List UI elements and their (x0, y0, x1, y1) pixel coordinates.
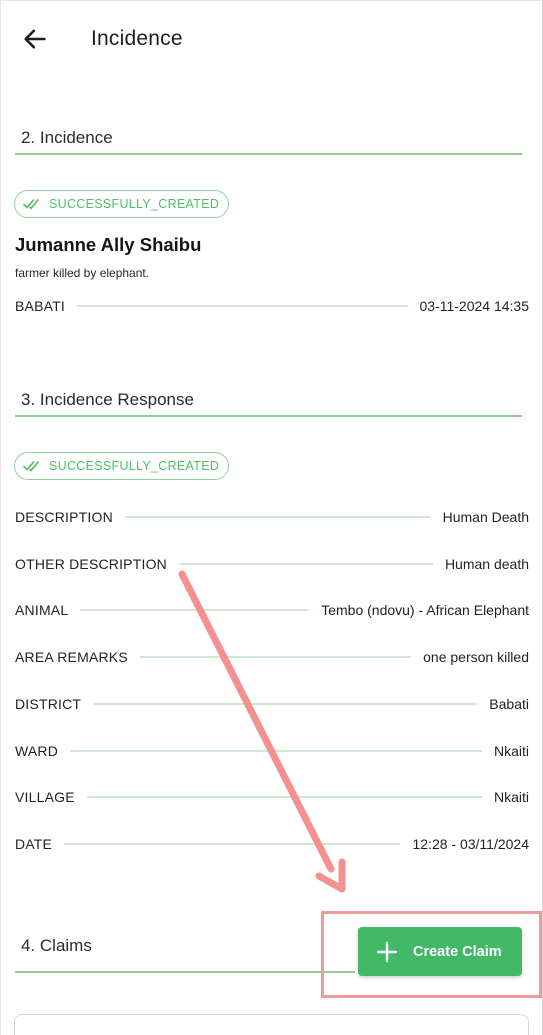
section-divider (15, 415, 522, 417)
incidence-location-row: BABATI 03-11-2024 14:35 (15, 295, 529, 317)
detail-label: DISTRICT (15, 696, 82, 712)
claims-list-card (14, 1014, 529, 1035)
detail-value: Tembo (ndovu) - African Elephant (321, 602, 529, 618)
detail-row: OTHER DESCRIPTION Human death (15, 553, 529, 575)
detail-row: WARD Nkaiti (15, 740, 529, 762)
section-divider (15, 153, 522, 155)
response-section-title: 3. Incidence Response (21, 390, 194, 409)
detail-row: ANIMAL Tembo (ndovu) - African Elephant (15, 599, 529, 621)
arrow-left-icon (24, 29, 46, 49)
detail-label: OTHER DESCRIPTION (15, 556, 167, 572)
detail-value: Nkaiti (493, 743, 529, 759)
incidence-section-title: 2. Incidence (21, 128, 113, 147)
row-divider (64, 843, 401, 845)
row-divider (80, 609, 310, 611)
row-divider (70, 750, 482, 752)
detail-row: DATE 12:28 - 03/11/2024 (15, 833, 529, 855)
location-label: BABATI (15, 298, 65, 314)
section-divider (15, 971, 355, 973)
detail-label: DATE (15, 836, 53, 852)
back-button[interactable] (21, 25, 51, 53)
detail-label: DESCRIPTION (15, 509, 113, 525)
row-divider (139, 656, 412, 658)
row-divider (86, 796, 482, 798)
detail-row: DESCRIPTION Human Death (15, 506, 529, 528)
annotation-highlight-box (321, 911, 542, 998)
detail-label: VILLAGE (15, 789, 75, 805)
detail-value: Babati (489, 696, 529, 712)
detail-label: WARD (15, 743, 59, 759)
incidence-screen: Incidence 2. Incidence SUCCESSFULLY_CREA… (0, 0, 543, 1035)
detail-label: AREA REMARKS (15, 649, 128, 665)
detail-row: VILLAGE Nkaiti (15, 786, 529, 808)
row-divider (76, 305, 408, 307)
row-divider (93, 703, 478, 705)
status-badge-label: SUCCESSFULLY_CREATED (49, 197, 220, 211)
page-title: Incidence (91, 27, 183, 50)
double-check-icon (23, 461, 39, 472)
detail-value: Nkaiti (493, 789, 529, 805)
status-badge: SUCCESSFULLY_CREATED (14, 190, 230, 218)
status-badge: SUCCESSFULLY_CREATED (14, 452, 230, 480)
incidence-description: farmer killed by elephant. (15, 266, 150, 280)
detail-value: 12:28 - 03/11/2024 (412, 836, 529, 852)
detail-row: AREA REMARKS one person killed (15, 646, 529, 668)
row-divider (178, 563, 433, 565)
status-badge-label: SUCCESSFULLY_CREATED (49, 459, 220, 473)
double-check-icon (23, 199, 39, 210)
detail-value: Human death (444, 556, 529, 572)
detail-label: ANIMAL (15, 602, 69, 618)
detail-row: DISTRICT Babati (15, 693, 529, 715)
claims-section-title: 4. Claims (21, 936, 92, 955)
detail-value: one person killed (423, 649, 529, 665)
row-divider (124, 516, 431, 518)
app-bar: Incidence (1, 1, 542, 79)
victim-name: Jumanne Ally Shaibu (15, 234, 202, 255)
detail-value: Human Death (442, 509, 529, 525)
incidence-datetime: 03-11-2024 14:35 (419, 298, 530, 314)
